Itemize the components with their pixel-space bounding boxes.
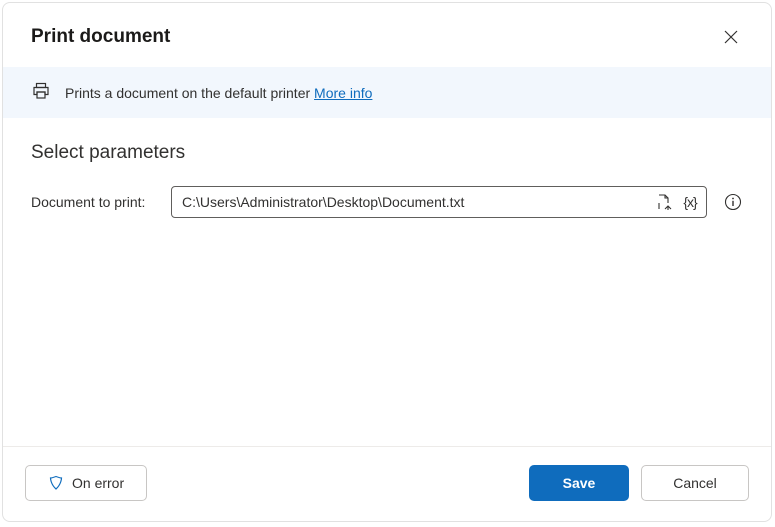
info-banner: Prints a document on the default printer… xyxy=(3,67,771,118)
dialog-content: Select parameters Document to print: xyxy=(3,118,771,446)
param-row-document: Document to print: {x} xyxy=(31,186,743,218)
dialog-footer: On error Save Cancel xyxy=(3,446,771,521)
info-icon xyxy=(724,193,742,211)
save-label: Save xyxy=(563,475,596,491)
on-error-button[interactable]: On error xyxy=(25,465,147,501)
banner-text: Prints a document on the default printer… xyxy=(65,85,372,101)
input-icons: {x} xyxy=(654,192,700,212)
file-arrow-icon xyxy=(655,193,673,211)
on-error-label: On error xyxy=(72,475,124,491)
shield-icon xyxy=(48,475,64,491)
footer-right: Save Cancel xyxy=(529,465,749,501)
help-button[interactable] xyxy=(723,192,743,212)
cancel-label: Cancel xyxy=(673,475,717,491)
document-to-print-label: Document to print: xyxy=(31,194,159,210)
more-info-link[interactable]: More info xyxy=(314,85,372,101)
document-to-print-input[interactable] xyxy=(182,194,654,210)
banner-description: Prints a document on the default printer xyxy=(65,85,314,101)
print-document-dialog: Print document Prints a document on the … xyxy=(2,2,772,522)
section-title: Select parameters xyxy=(31,142,743,164)
printer-icon xyxy=(31,81,51,104)
document-input-wrapper: {x} xyxy=(171,186,707,218)
file-picker-button[interactable] xyxy=(654,192,674,212)
save-button[interactable]: Save xyxy=(529,465,629,501)
cancel-button[interactable]: Cancel xyxy=(641,465,749,501)
dialog-title: Print document xyxy=(31,26,170,48)
dialog-header: Print document xyxy=(3,3,771,67)
close-button[interactable] xyxy=(715,21,747,53)
variable-picker-button[interactable]: {x} xyxy=(680,192,700,212)
close-icon xyxy=(724,30,738,44)
variable-icon: {x} xyxy=(683,194,696,210)
